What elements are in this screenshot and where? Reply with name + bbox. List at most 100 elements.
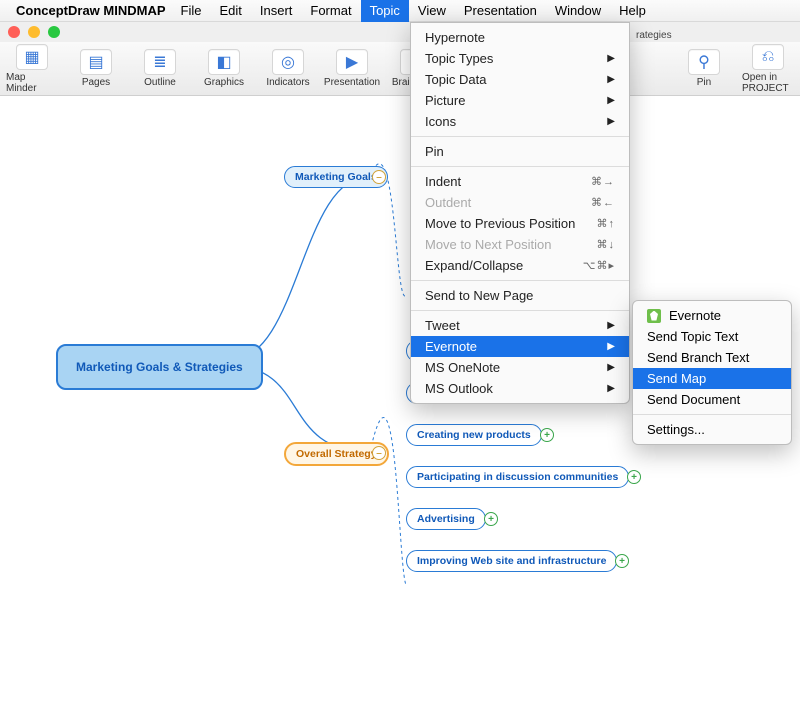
menu-item-label: Tweet [425,318,460,333]
menu-item-send-to-new-page[interactable]: Send to New Page [411,285,629,306]
app-name[interactable]: ConceptDraw MINDMAP [16,3,166,18]
toolbar: ▦Map Minder ▤Pages ≣ Outline ◧ Graphics ◎ Indic… [0,42,800,96]
menu-item-ms-onenote[interactable]: MS OneNote▶ [411,357,629,378]
submenu-arrow-icon: ▶ [607,383,615,394]
menu-item-label: Hypernote [425,30,485,45]
submenu-arrow-icon: ▶ [607,53,615,64]
subtopic[interactable]: Creating new products [406,424,542,446]
zoom-window-button[interactable] [48,26,60,38]
menu-topic[interactable]: Topic [361,0,409,22]
presentation-icon: ▶ [336,49,368,75]
menu-edit[interactable]: Edit [210,0,250,22]
minimize-window-button[interactable] [28,26,40,38]
submenu-arrow-icon: ▶ [607,74,615,85]
toolbar-label: Open in PROJECT [742,72,794,94]
toolbar-label: Presentation [324,77,380,88]
toolbar-indicators[interactable]: ◎ Indicators [262,49,314,88]
collapse-icon[interactable]: – [372,446,386,460]
menu-item-pin[interactable]: Pin [411,141,629,162]
menu-item-indent[interactable]: Indent⌘→ [411,171,629,192]
outline-icon: ≣ [144,49,176,75]
menu-presentation[interactable]: Presentation [455,0,546,22]
indicators-icon: ◎ [272,49,304,75]
toolbar-outline[interactable]: ≣ Outline [134,49,186,88]
expand-icon[interactable]: + [615,554,629,568]
menu-view[interactable]: View [409,0,455,22]
toolbar-label: Indicators [266,77,309,88]
toolbar-pages[interactable]: ▤Pages [70,49,122,88]
open-in-project-icon: ⎌ [752,44,784,70]
toolbar-label: Pages [82,77,110,88]
menu-item-label: Picture [425,93,465,108]
menu-item-label: Expand/Collapse [425,258,523,273]
submenu-item-label: Evernote [669,308,721,323]
expand-icon[interactable]: + [627,470,641,484]
subtopic[interactable]: Participating in discussion communities [406,466,629,488]
menu-insert[interactable]: Insert [251,0,302,22]
menu-item-label: Move to Next Position [425,237,551,252]
subtopic-label: Participating in discussion communities [417,471,618,483]
menu-item-topic-types[interactable]: Topic Types▶ [411,48,629,69]
menu-item-tweet[interactable]: Tweet▶ [411,315,629,336]
menu-format[interactable]: Format [301,0,360,22]
menu-window[interactable]: Window [546,0,610,22]
submenu-item-send-document[interactable]: Send Document [633,389,791,410]
system-menu-bar: ConceptDraw MINDMAP FileEditInsertFormat… [0,0,800,22]
graphics-icon: ◧ [208,49,240,75]
menu-item-label: Move to Previous Position [425,216,575,231]
menu-item-ms-outlook[interactable]: MS Outlook▶ [411,378,629,399]
toolbar-label: Pin [697,77,711,88]
menu-item-expand-collapse[interactable]: Expand/Collapse ⌥⌘▸ [411,255,629,276]
shortcut-label: ⌘← [591,196,615,209]
title-bar-fragment: rategies [636,30,672,41]
root-topic-label: Marketing Goals & Strategies [76,360,243,374]
window-controls [0,22,800,42]
menu-file[interactable]: File [172,0,211,22]
submenu-item-settings-[interactable]: Settings... [633,419,791,440]
collapse-icon[interactable]: – [372,170,386,184]
subtopic-label: Advertising [417,513,475,525]
submenu-item-send-topic-text[interactable]: Send Topic Text [633,326,791,347]
toolbar-map-minder[interactable]: ▦Map Minder [6,44,58,94]
expand-icon[interactable]: + [540,428,554,442]
menu-item-label: Topic Data [425,72,486,87]
menu-item-move-to-previous-position[interactable]: Move to Previous Position ⌘↑ [411,213,629,234]
menu-item-evernote[interactable]: Evernote ▶ [411,336,629,357]
submenu-item-evernote[interactable]: Evernote [633,305,791,326]
menu-item-topic-data[interactable]: Topic Data ▶ [411,69,629,90]
menu-item-hypernote[interactable]: Hypernote [411,27,629,48]
menu-item-outdent: Outdent ⌘← [411,192,629,213]
submenu-item-label: Settings... [647,422,705,437]
close-window-button[interactable] [8,26,20,38]
submenu-item-label: Send Branch Text [647,350,749,365]
menu-item-label: Outdent [425,195,471,210]
toolbar-graphics[interactable]: ◧ Graphics [198,49,250,88]
shortcut-label: ⌥⌘▸ [583,259,615,272]
evernote-submenu[interactable]: Evernote Send Topic Text Send Branch Text S… [632,300,792,445]
expand-icon[interactable]: + [484,512,498,526]
root-topic[interactable]: Marketing Goals & Strategies [56,344,263,390]
subtopic[interactable]: Advertising [406,508,486,530]
toolbar-open-in-project[interactable]: ⎌Open in PROJECT [742,44,794,94]
toolbar-label: Map Minder [6,72,58,94]
submenu-item-label: Send Topic Text [647,329,738,344]
subtopic[interactable]: Improving Web site and infrastructure [406,550,617,572]
menu-help[interactable]: Help [610,0,655,22]
pin-icon: ⚲ [688,49,720,75]
menu-item-label: Evernote [425,339,477,354]
toolbar-label: Graphics [204,77,244,88]
toolbar-presentation[interactable]: ▶ Presentation [326,49,378,88]
submenu-item-send-branch-text[interactable]: Send Branch Text [633,347,791,368]
submenu-item-label: Send Document [647,392,740,407]
submenu-arrow-icon: ▶ [607,341,615,352]
menu-item-icons[interactable]: Icons▶ [411,111,629,132]
topic-menu-dropdown[interactable]: HypernoteTopic Types▶Topic Data▶Picture▶… [410,22,630,404]
submenu-item-send-map[interactable]: Send Map [633,368,791,389]
menu-item-label: MS OneNote [425,360,500,375]
menu-item-picture[interactable]: Picture▶ [411,90,629,111]
shortcut-label: ⌘↑ [597,217,616,230]
topic-label: Overall Strategy [296,448,377,460]
toolbar-pin[interactable]: ⚲ Pin [678,49,730,88]
map-minder-icon: ▦ [16,44,48,70]
toolbar-label: Outline [144,77,176,88]
